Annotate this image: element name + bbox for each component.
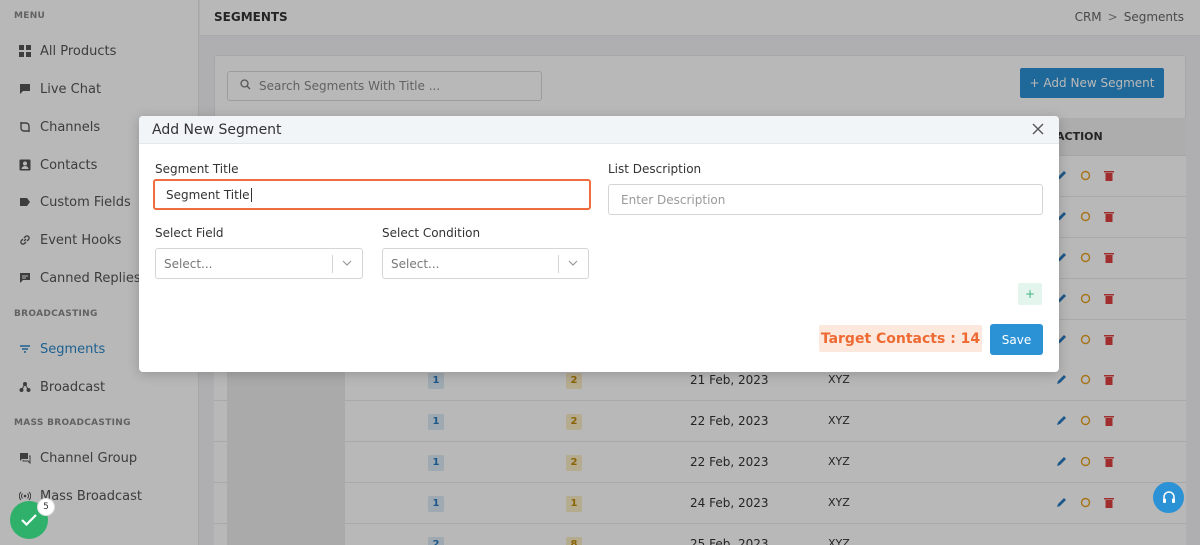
add-segment-modal: Add New Segment Segment Title Segment Ti… [139, 116, 1059, 372]
select-condition-dropdown[interactable]: Select... [382, 248, 589, 279]
target-contacts-badge: Target Contacts : 14 [819, 325, 982, 352]
dropdown-divider [558, 255, 559, 273]
list-description-placeholder: Enter Description [621, 192, 726, 207]
segment-title-input[interactable]: Segment Title [153, 179, 591, 210]
dropdown-divider [332, 255, 333, 273]
list-description-label: List Description [608, 162, 702, 176]
text-caret [250, 187, 252, 202]
select-field-dropdown[interactable]: Select... [155, 248, 363, 279]
chevron-down-icon [340, 256, 354, 270]
select-field-label: Select Field [155, 226, 224, 240]
list-description-input[interactable]: Enter Description [608, 184, 1043, 215]
segment-title-label: Segment Title [155, 162, 239, 176]
select-condition-placeholder: Select... [391, 256, 440, 271]
modal-title: Add New Segment [152, 122, 282, 138]
check-icon [21, 514, 37, 526]
save-button[interactable]: Save [990, 324, 1043, 355]
segment-title-value: Segment Title [166, 187, 250, 202]
support-chat-button[interactable] [1153, 482, 1184, 513]
add-condition-button[interactable]: + [1018, 283, 1042, 305]
close-icon[interactable] [1030, 121, 1046, 137]
headset-icon [1162, 490, 1175, 503]
notification-count-badge: 5 [37, 498, 55, 516]
modal-header: Add New Segment [139, 116, 1059, 144]
chevron-down-icon [566, 256, 580, 270]
select-field-placeholder: Select... [164, 256, 213, 271]
select-condition-label: Select Condition [382, 226, 481, 240]
